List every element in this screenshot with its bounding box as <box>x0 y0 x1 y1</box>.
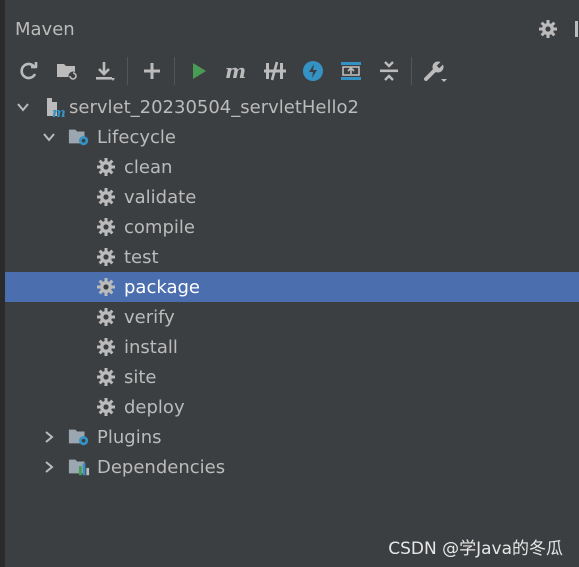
plugins-label: Plugins <box>97 426 162 448</box>
goal-label: verify <box>124 306 175 328</box>
gear-icon <box>95 186 117 208</box>
gear-icon <box>95 156 117 178</box>
panel-title: Maven <box>15 18 75 40</box>
tree-node-lifecycle[interactable]: Lifecycle <box>5 122 579 152</box>
panel-settings-gear-icon[interactable] <box>535 16 561 42</box>
toolbar-separator <box>411 57 412 85</box>
tree-node-dependencies[interactable]: Dependencies <box>5 452 579 482</box>
goal-label: site <box>124 366 157 388</box>
tree-node-project[interactable]: m servlet_20230504_servletHello2 <box>5 92 579 122</box>
toolbar-separator <box>174 57 175 85</box>
chevron-right-icon[interactable] <box>41 459 57 475</box>
toolbar-separator <box>127 57 128 85</box>
lifecycle-folder-icon <box>68 126 90 148</box>
add-icon[interactable] <box>136 55 168 87</box>
tree-node-plugins[interactable]: Plugins <box>5 422 579 452</box>
chevron-down-icon[interactable] <box>41 129 57 145</box>
offline-icon[interactable] <box>297 55 329 87</box>
lifecycle-goal-compile[interactable]: compile <box>5 212 579 242</box>
dependencies-folder-icon <box>68 456 90 478</box>
gear-icon <box>95 366 117 388</box>
chevron-down-icon[interactable] <box>15 99 31 115</box>
lifecycle-goal-validate[interactable]: validate <box>5 182 579 212</box>
plugins-folder-icon <box>68 426 90 448</box>
svg-text:m: m <box>52 106 65 118</box>
reload-icon[interactable] <box>13 55 45 87</box>
lifecycle-goal-clean[interactable]: clean <box>5 152 579 182</box>
goal-label: compile <box>124 216 195 238</box>
goal-label: validate <box>124 186 197 208</box>
chevron-right-icon[interactable] <box>41 429 57 445</box>
goal-label: deploy <box>124 396 185 418</box>
lifecycle-goal-package[interactable]: package <box>5 272 579 302</box>
lifecycle-goal-install[interactable]: install <box>5 332 579 362</box>
svg-text:m: m <box>225 60 246 82</box>
lifecycle-goal-deploy[interactable]: deploy <box>5 392 579 422</box>
lifecycle-goal-site[interactable]: site <box>5 362 579 392</box>
csdn-watermark: CSDN @学Java的冬瓜 <box>388 539 563 559</box>
gear-icon <box>95 246 117 268</box>
maven-projects-tree: m servlet_20230504_servletHello2 Lifecyc… <box>5 92 579 482</box>
goal-label: test <box>124 246 159 268</box>
maven-toolbar: m <box>5 52 579 90</box>
download-icon[interactable] <box>89 55 121 87</box>
settings-wrench-icon[interactable] <box>420 55 452 87</box>
goal-label: install <box>124 336 178 358</box>
panel-options-edge[interactable] <box>575 21 578 37</box>
generate-sources-icon[interactable] <box>51 55 83 87</box>
show-dependencies-icon[interactable] <box>335 55 367 87</box>
maven-goal-icon[interactable]: m <box>221 55 253 87</box>
collapse-all-icon[interactable] <box>373 55 405 87</box>
lifecycle-goal-test[interactable]: test <box>5 242 579 272</box>
lifecycle-goal-verify[interactable]: verify <box>5 302 579 332</box>
gear-icon <box>95 216 117 238</box>
goal-label: package <box>124 276 200 298</box>
maven-project-icon: m <box>43 96 65 118</box>
gear-icon <box>95 336 117 358</box>
skip-tests-icon[interactable] <box>259 55 291 87</box>
gear-icon <box>95 306 117 328</box>
project-label: servlet_20230504_servletHello2 <box>69 96 359 118</box>
maven-panel-header: Maven <box>5 10 579 48</box>
lifecycle-label: Lifecycle <box>97 126 176 148</box>
dependencies-label: Dependencies <box>97 456 226 478</box>
run-icon[interactable] <box>183 55 215 87</box>
goal-label: clean <box>124 156 173 178</box>
gear-icon <box>95 276 117 298</box>
gear-icon <box>95 396 117 418</box>
